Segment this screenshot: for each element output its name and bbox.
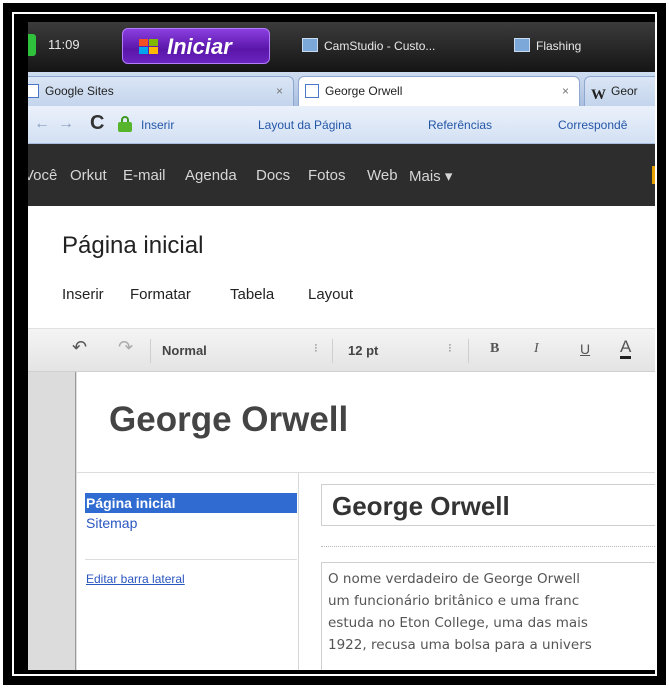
sidebar-divider xyxy=(85,559,297,560)
tab-label: Geor xyxy=(611,84,638,98)
canvas-margin xyxy=(28,372,76,670)
font-size-select[interactable]: 12 pt xyxy=(348,343,378,358)
sites-favicon-icon xyxy=(28,84,39,98)
start-button[interactable]: Iniciar xyxy=(122,28,270,64)
taskbar-task-camstudio[interactable]: CamStudio - Custo... xyxy=(300,32,500,60)
text-color-button[interactable]: A xyxy=(620,338,632,359)
edit-sidebar-link[interactable]: Editar barra lateral xyxy=(86,572,185,586)
sidebar-item-pagina-inicial[interactable]: Página inicial xyxy=(85,493,297,513)
redo-icon[interactable]: ↷ xyxy=(118,337,133,358)
address-bar: ← → C Inserir Layout da Página Referênci… xyxy=(28,106,655,144)
lock-icon xyxy=(118,116,132,132)
size-spinner-icon[interactable]: ⁝ xyxy=(448,341,452,355)
content-divider xyxy=(321,546,655,547)
editor-header: Página inicial Inserir Formatar Tabela L… xyxy=(28,206,655,372)
sites-favicon-icon xyxy=(305,84,319,98)
body-text-line: estuda no Eton College, uma das mais xyxy=(328,615,588,631)
start-label: Iniciar xyxy=(167,34,232,59)
taskbar: 11:09 Iniciar CamStudio - Custo... Flash… xyxy=(28,22,655,72)
body-text-line: O nome verdadeiro de George Orwell xyxy=(328,571,581,587)
gbar-item-orkut[interactable]: Orkut xyxy=(70,167,107,184)
body-text-line: 1922, recusa uma bolsa para a univers xyxy=(328,637,592,653)
taskbar-task-flashing[interactable]: Flashing xyxy=(512,32,652,60)
menu-tabela[interactable]: Tabela xyxy=(230,286,274,303)
close-icon[interactable]: × xyxy=(562,77,569,105)
forward-arrow-icon[interactable]: → xyxy=(58,115,74,133)
site-sidebar: Página inicial Sitemap Editar barra late… xyxy=(77,473,299,670)
italic-button[interactable]: I xyxy=(534,341,539,357)
style-select[interactable]: Normal xyxy=(162,343,207,358)
camstudio-icon xyxy=(302,38,318,52)
body-text-line: um funcionário britânico e uma franc xyxy=(328,593,580,609)
tray-indicator-icon xyxy=(28,34,36,56)
page-title-field[interactable]: George Orwell xyxy=(321,484,655,526)
gbar-item-mais[interactable]: Mais ▾ xyxy=(409,167,452,185)
toolbar-separator xyxy=(332,339,333,363)
ribbon-item-correspondencias[interactable]: Correspondê xyxy=(558,118,627,132)
clock: 11:09 xyxy=(48,37,80,52)
page-title: Página inicial xyxy=(62,232,204,259)
ribbon-item-layout[interactable]: Layout da Página xyxy=(258,118,351,132)
formatting-toolbar: ↶ ↷ Normal ⁝ 12 pt ⁝ B I U A xyxy=(28,328,655,372)
sidebar-item-sitemap[interactable]: Sitemap xyxy=(86,515,137,531)
task-label: CamStudio - Custo... xyxy=(324,39,436,53)
site-page: George Orwell Página inicial Sitemap Edi… xyxy=(77,372,655,670)
back-arrow-icon[interactable]: ← xyxy=(34,115,50,133)
reload-icon[interactable]: C xyxy=(90,112,104,135)
menu-formatar[interactable]: Formatar xyxy=(130,286,191,303)
close-icon[interactable]: × xyxy=(276,77,283,105)
tab-label: Google Sites xyxy=(45,84,114,98)
tab-google-sites[interactable]: Google Sites × xyxy=(28,76,294,106)
page-body-editor[interactable]: O nome verdadeiro de George Orwell um fu… xyxy=(321,562,655,670)
main-page-title: George Orwell xyxy=(332,491,510,521)
site-title: George Orwell xyxy=(109,400,349,439)
google-bar: Você Orkut E-mail Agenda Docs Fotos Web … xyxy=(28,144,655,206)
gbar-item-agenda[interactable]: Agenda xyxy=(185,167,237,184)
screen: 11:09 Iniciar CamStudio - Custo... Flash… xyxy=(28,22,655,670)
bold-button[interactable]: B xyxy=(490,341,499,357)
app-icon xyxy=(514,38,530,52)
menu-inserir[interactable]: Inserir xyxy=(62,286,104,303)
menu-layout[interactable]: Layout xyxy=(308,286,353,303)
toolbar-separator xyxy=(468,339,469,363)
style-spinner-icon[interactable]: ⁝ xyxy=(314,341,318,355)
tab-wikipedia[interactable]: W Geor xyxy=(584,76,655,106)
toolbar-separator xyxy=(150,339,151,363)
tab-label: George Orwell xyxy=(325,84,403,98)
gbar-item-web[interactable]: Web xyxy=(367,167,398,184)
gbar-item-fotos[interactable]: Fotos xyxy=(308,167,346,184)
ribbon-item-referencias[interactable]: Referências xyxy=(428,118,492,132)
gbar-item-email[interactable]: E-mail xyxy=(123,167,166,184)
underline-button[interactable]: U xyxy=(580,341,590,357)
gbar-item-voce[interactable]: Você xyxy=(28,167,57,184)
windows-logo-icon xyxy=(139,39,159,55)
undo-icon[interactable]: ↶ xyxy=(72,337,87,358)
gbar-accent xyxy=(652,166,655,184)
ribbon-item-inserir[interactable]: Inserir xyxy=(141,118,174,132)
gbar-item-docs[interactable]: Docs xyxy=(256,167,290,184)
task-label: Flashing xyxy=(536,39,582,53)
browser-tab-strip: Google Sites × George Orwell × W Geor xyxy=(28,72,655,106)
wikipedia-icon: W xyxy=(591,87,606,103)
tab-george-orwell[interactable]: George Orwell × xyxy=(298,76,580,106)
